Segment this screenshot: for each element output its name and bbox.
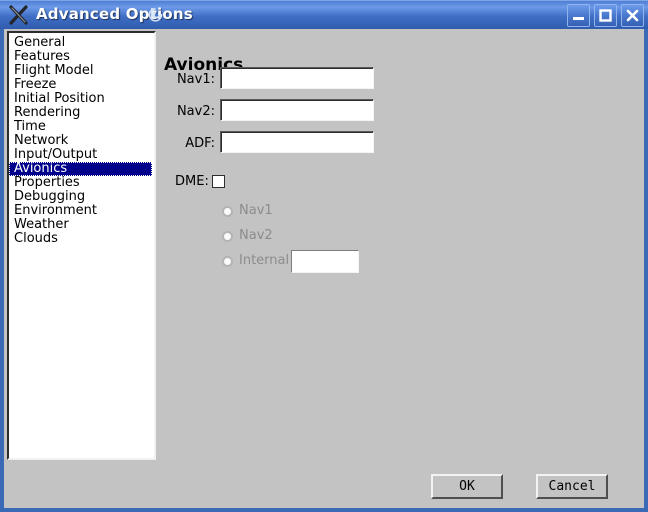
title-bar[interactable]: Advanced Options bbox=[0, 0, 648, 29]
dme-internal-row: Internal bbox=[160, 250, 644, 276]
x-logo-icon bbox=[8, 5, 30, 26]
sidebar-item-environment[interactable]: Environment bbox=[9, 204, 154, 218]
nav1-input[interactable] bbox=[220, 67, 374, 89]
dme-row: DME: bbox=[160, 171, 644, 193]
client-area: General Features Flight Model Freeze Ini… bbox=[4, 29, 644, 508]
sidebar-item-input-output[interactable]: Input/Output bbox=[9, 148, 154, 162]
sidebar-item-freeze[interactable]: Freeze bbox=[9, 78, 154, 92]
dme-nav2-radio[interactable] bbox=[222, 231, 233, 242]
sidebar-item-network[interactable]: Network bbox=[9, 134, 154, 148]
advanced-options-window: Advanced Options General Features Flight… bbox=[0, 0, 648, 512]
dme-nav2-row: Nav2 bbox=[160, 226, 644, 251]
dme-nav1-row: Nav1 bbox=[160, 201, 644, 226]
nav2-field-row: Nav2: bbox=[160, 99, 644, 126]
window-title: Advanced Options bbox=[36, 5, 193, 23]
dme-nav1-label: Nav1 bbox=[239, 203, 273, 218]
dme-label: DME: bbox=[175, 174, 209, 189]
close-button[interactable] bbox=[621, 4, 644, 27]
dme-internal-label: Internal bbox=[239, 253, 290, 268]
nav2-label: Nav2: bbox=[176, 104, 215, 119]
sidebar-item-rendering[interactable]: Rendering bbox=[9, 106, 154, 120]
nav1-label: Nav1: bbox=[176, 72, 215, 87]
sidebar-item-weather[interactable]: Weather bbox=[9, 218, 154, 232]
ok-button[interactable]: OK bbox=[431, 474, 503, 499]
maximize-button[interactable] bbox=[594, 4, 617, 27]
nav1-field-row: Nav1: bbox=[160, 67, 644, 94]
avionics-form: Nav1: Nav2: ADF: bbox=[160, 67, 644, 158]
avionics-panel: Avionics Nav1: Nav2: ADF: DME: Nav1 Nav2… bbox=[160, 29, 644, 461]
sidebar-item-properties[interactable]: Properties bbox=[9, 176, 154, 190]
minimize-button[interactable] bbox=[567, 4, 590, 27]
dme-nav2-label: Nav2 bbox=[239, 228, 273, 243]
sidebar-item-general[interactable]: General bbox=[9, 36, 154, 50]
nav2-input[interactable] bbox=[220, 99, 374, 121]
dme-internal-radio[interactable] bbox=[222, 256, 233, 267]
cancel-button[interactable]: Cancel bbox=[536, 474, 608, 499]
adf-field-row: ADF: bbox=[160, 131, 644, 158]
sidebar-item-flight-model[interactable]: Flight Model bbox=[9, 64, 154, 78]
sidebar-item-initial-position[interactable]: Initial Position bbox=[9, 92, 154, 106]
window-controls bbox=[567, 4, 644, 27]
sidebar-item-features[interactable]: Features bbox=[9, 50, 154, 64]
dme-nav1-radio[interactable] bbox=[222, 206, 233, 217]
sidebar-item-clouds[interactable]: Clouds bbox=[9, 232, 154, 246]
sidebar-item-time[interactable]: Time bbox=[9, 120, 154, 134]
adf-input[interactable] bbox=[220, 131, 374, 153]
sidebar-item-debugging[interactable]: Debugging bbox=[9, 190, 154, 204]
category-list[interactable]: General Features Flight Model Freeze Ini… bbox=[7, 31, 156, 460]
sidebar-item-avionics[interactable]: Avionics bbox=[9, 162, 152, 176]
dme-source-radio-group: Nav1 Nav2 Internal bbox=[160, 201, 644, 276]
swirl-icon bbox=[146, 6, 165, 25]
dialog-button-bar: OK Cancel bbox=[4, 474, 644, 502]
dme-internal-input[interactable] bbox=[291, 250, 359, 273]
adf-label: ADF: bbox=[185, 136, 215, 151]
dme-checkbox[interactable] bbox=[212, 175, 225, 188]
